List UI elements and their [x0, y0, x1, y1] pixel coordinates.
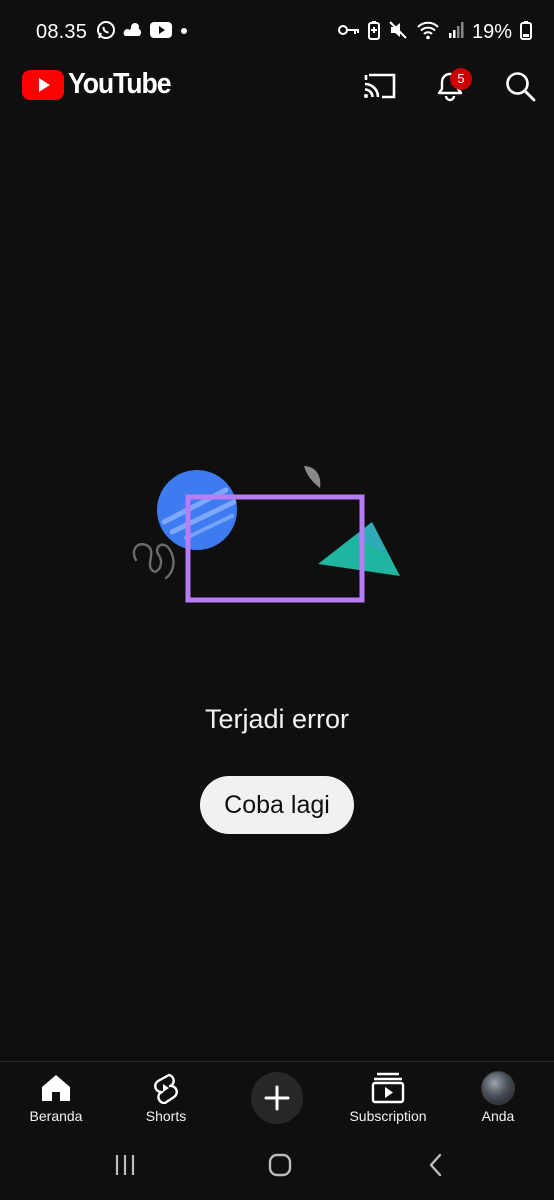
nav-item-subscriptions[interactable]: Subscription — [338, 1062, 438, 1134]
home-system-button[interactable] — [258, 1147, 302, 1183]
youtube-logo-icon — [22, 69, 64, 100]
search-icon — [506, 72, 536, 102]
nav-label-subscriptions: Subscription — [349, 1108, 427, 1124]
error-illustration-graphic — [132, 466, 400, 603]
error-message: Terjadi error — [204, 704, 350, 734]
nav-item-home[interactable]: Beranda — [18, 1062, 94, 1134]
mute-icon — [388, 20, 408, 45]
nav-label-you: Anda — [481, 1108, 515, 1124]
notification-badge: 5 — [450, 68, 472, 90]
retry-button[interactable]: Coba lagi — [200, 776, 354, 834]
notifications-button[interactable]: 5 — [428, 64, 472, 108]
weather-icon — [122, 20, 144, 45]
battery-percent: 19% — [471, 21, 512, 43]
bottom-navigation: Beranda Shorts Subscription Anda — [0, 1061, 554, 1134]
home-circle-icon — [268, 1153, 292, 1177]
cast-icon — [364, 73, 396, 99]
error-illustration — [126, 460, 406, 610]
status-bar: 08.35 19% — [0, 0, 554, 50]
search-button[interactable] — [498, 64, 542, 108]
avatar — [481, 1071, 515, 1105]
status-time: 08.35 — [36, 21, 88, 43]
create-button[interactable] — [251, 1072, 303, 1124]
subscriptions-icon — [371, 1072, 405, 1104]
nav-item-you[interactable]: Anda — [466, 1062, 530, 1134]
recents-icon — [115, 1155, 135, 1175]
cast-button[interactable] — [358, 64, 402, 108]
battery-icon — [520, 20, 532, 45]
app-header: YouTube 5 — [0, 50, 554, 120]
youtube-logo[interactable]: YouTube — [22, 68, 179, 101]
recents-button[interactable] — [103, 1147, 147, 1183]
youtube-icon — [150, 21, 172, 44]
key-icon — [337, 23, 360, 42]
battery-saver-icon — [367, 20, 380, 45]
shorts-icon — [152, 1072, 180, 1104]
signal-icon — [448, 21, 464, 44]
youtube-logo-text: YouTube — [68, 68, 172, 100]
nav-item-shorts[interactable]: Shorts — [128, 1062, 204, 1134]
back-chevron-icon — [429, 1153, 442, 1177]
plus-icon — [264, 1085, 290, 1111]
status-system-icons: 19% — [337, 20, 532, 45]
avatar-container — [481, 1071, 515, 1105]
back-button[interactable] — [414, 1147, 458, 1183]
nav-label-shorts: Shorts — [145, 1108, 187, 1124]
system-navigation-bar — [0, 1133, 554, 1200]
whatsapp-icon — [96, 20, 116, 45]
nav-label-home: Beranda — [29, 1108, 83, 1124]
wifi-icon — [416, 20, 440, 45]
home-icon — [39, 1072, 73, 1104]
dot-icon — [178, 20, 190, 45]
status-notification-icons — [96, 20, 190, 45]
